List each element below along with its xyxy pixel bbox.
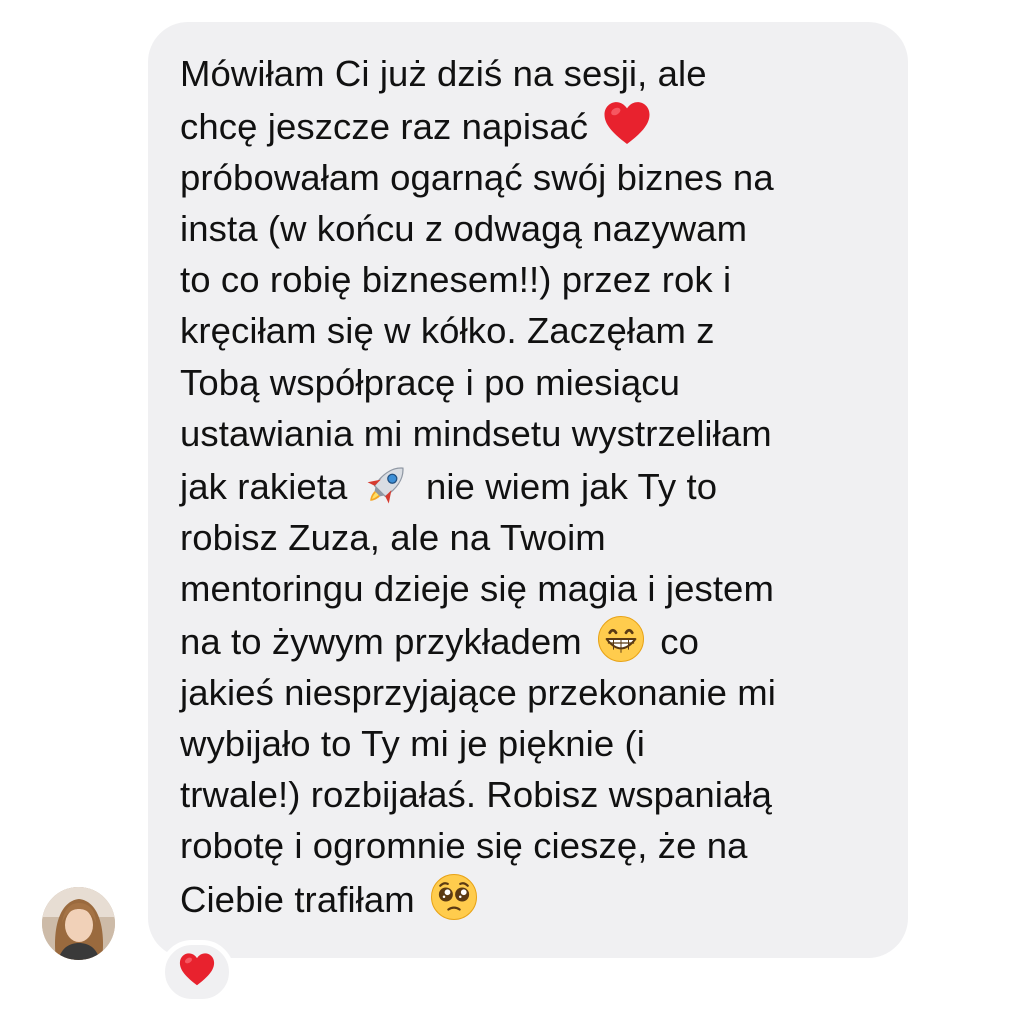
- message-text: na to żywym przykładem: [180, 621, 593, 663]
- message-line: jakieś niesprzyjające przekonanie mi: [180, 667, 888, 718]
- reaction-badge[interactable]: [160, 940, 234, 1004]
- message-line: jak rakieta nie wiem jak Ty to: [180, 459, 888, 512]
- message-text: to co robię biznesem!!) przez rok i: [180, 259, 732, 301]
- pleading-face-icon: [429, 872, 479, 922]
- message-text: kręciłam się w kółko. Zaczęłam z: [180, 310, 715, 352]
- message-text: robisz Zuza, ale na Twoim: [180, 516, 606, 558]
- message-line: Mówiłam Ci już dziś na sesji, ale: [180, 48, 888, 99]
- message-line: wybijało to Ty mi je pięknie (i: [180, 718, 888, 769]
- message-line: trwale!) rozbijałaś. Robisz wspaniałą: [180, 769, 888, 820]
- message-line: Ciebie trafiłam: [180, 872, 888, 925]
- message-text: Ciebie trafiłam: [180, 878, 426, 920]
- message-line: robotę i ogromnie się cieszę, że na: [180, 820, 888, 871]
- message-text: próbowałam ogarnąć swój biznes na: [180, 157, 774, 199]
- message-line: na to żywym przykładem co: [180, 614, 888, 667]
- message-text: trwale!) rozbijałaś. Robisz wspaniałą: [180, 774, 772, 816]
- message-text: mentoringu dzieje się magia i jestem: [180, 567, 774, 609]
- message-text: nie wiem jak Ty to: [415, 465, 718, 507]
- rocket-icon: [362, 459, 412, 509]
- message-line: to co robię biznesem!!) przez rok i: [180, 254, 888, 305]
- message-text: insta (w końcu z odwagą nazywam: [180, 208, 748, 250]
- grinning-face-icon: [596, 614, 646, 664]
- message-line: próbowałam ogarnąć swój biznes na: [180, 152, 888, 203]
- message-line: chcę jeszcze raz napisać: [180, 99, 888, 152]
- message-line: Tobą współpracę i po miesiącu: [180, 357, 888, 408]
- message-line: mentoringu dzieje się magia i jestem: [180, 563, 888, 614]
- message-text: jak rakieta: [180, 465, 358, 507]
- red-heart-icon: [602, 99, 652, 149]
- message-text: robotę i ogromnie się cieszę, że na: [180, 825, 748, 867]
- message-text: co: [650, 621, 700, 663]
- message-text: ustawiania mi mindsetu wystrzeliłam: [180, 412, 772, 454]
- message-line: ustawiania mi mindsetu wystrzeliłam: [180, 408, 888, 459]
- message-line: kręciłam się w kółko. Zaczęłam z: [180, 305, 888, 356]
- message-line: insta (w końcu z odwagą nazywam: [180, 203, 888, 254]
- message-text: chcę jeszcze raz napisać: [180, 106, 599, 148]
- message-text: Mówiłam Ci już dziś na sesji, ale: [180, 53, 707, 94]
- red-heart-reaction-icon: [178, 951, 216, 994]
- message-text: Tobą współpracę i po miesiącu: [180, 361, 680, 403]
- message-text: jakieś niesprzyjające przekonanie mi: [180, 672, 776, 714]
- message-bubble[interactable]: Mówiłam Ci już dziś na sesji, ale chcę je…: [148, 22, 908, 958]
- message-line: robisz Zuza, ale na Twoim: [180, 512, 888, 563]
- avatar[interactable]: [42, 887, 115, 960]
- message-text: wybijało to Ty mi je pięknie (i: [180, 723, 645, 765]
